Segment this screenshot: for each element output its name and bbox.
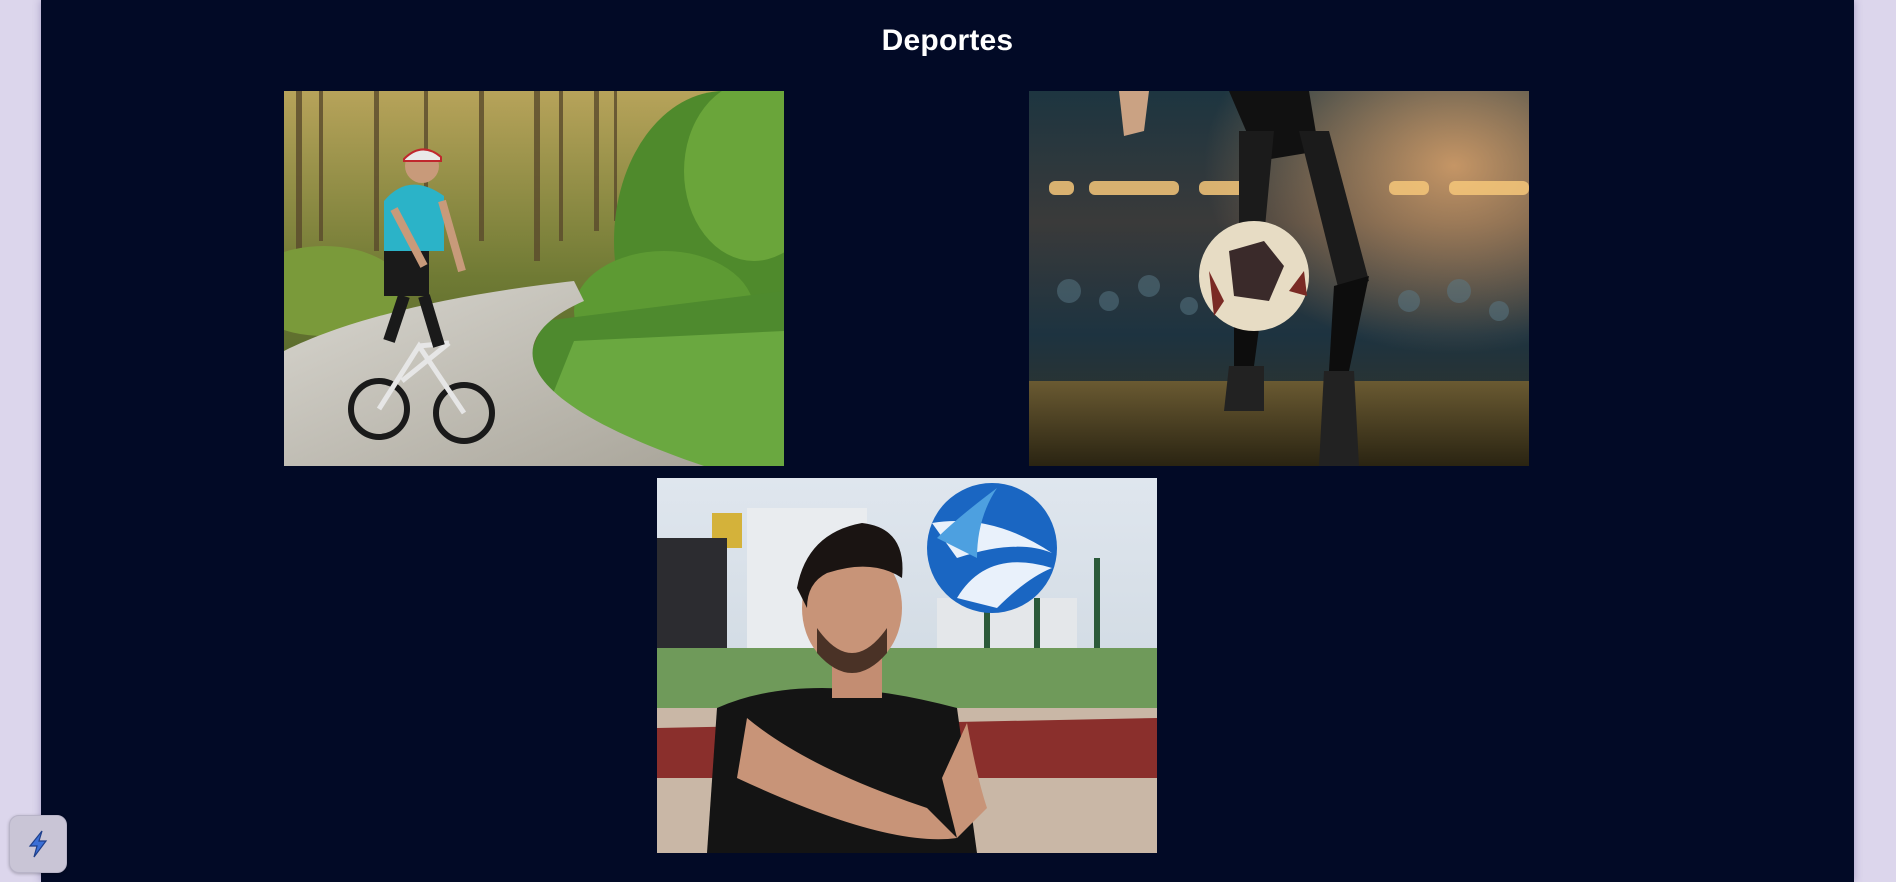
cycling-image[interactable] — [284, 91, 784, 466]
floating-widget-button[interactable] — [9, 815, 67, 873]
soccer-image[interactable] — [1029, 91, 1529, 466]
page-title: Deportes — [881, 24, 1014, 57]
volleyball-image[interactable] — [657, 478, 1157, 853]
lightning-icon — [28, 830, 48, 858]
